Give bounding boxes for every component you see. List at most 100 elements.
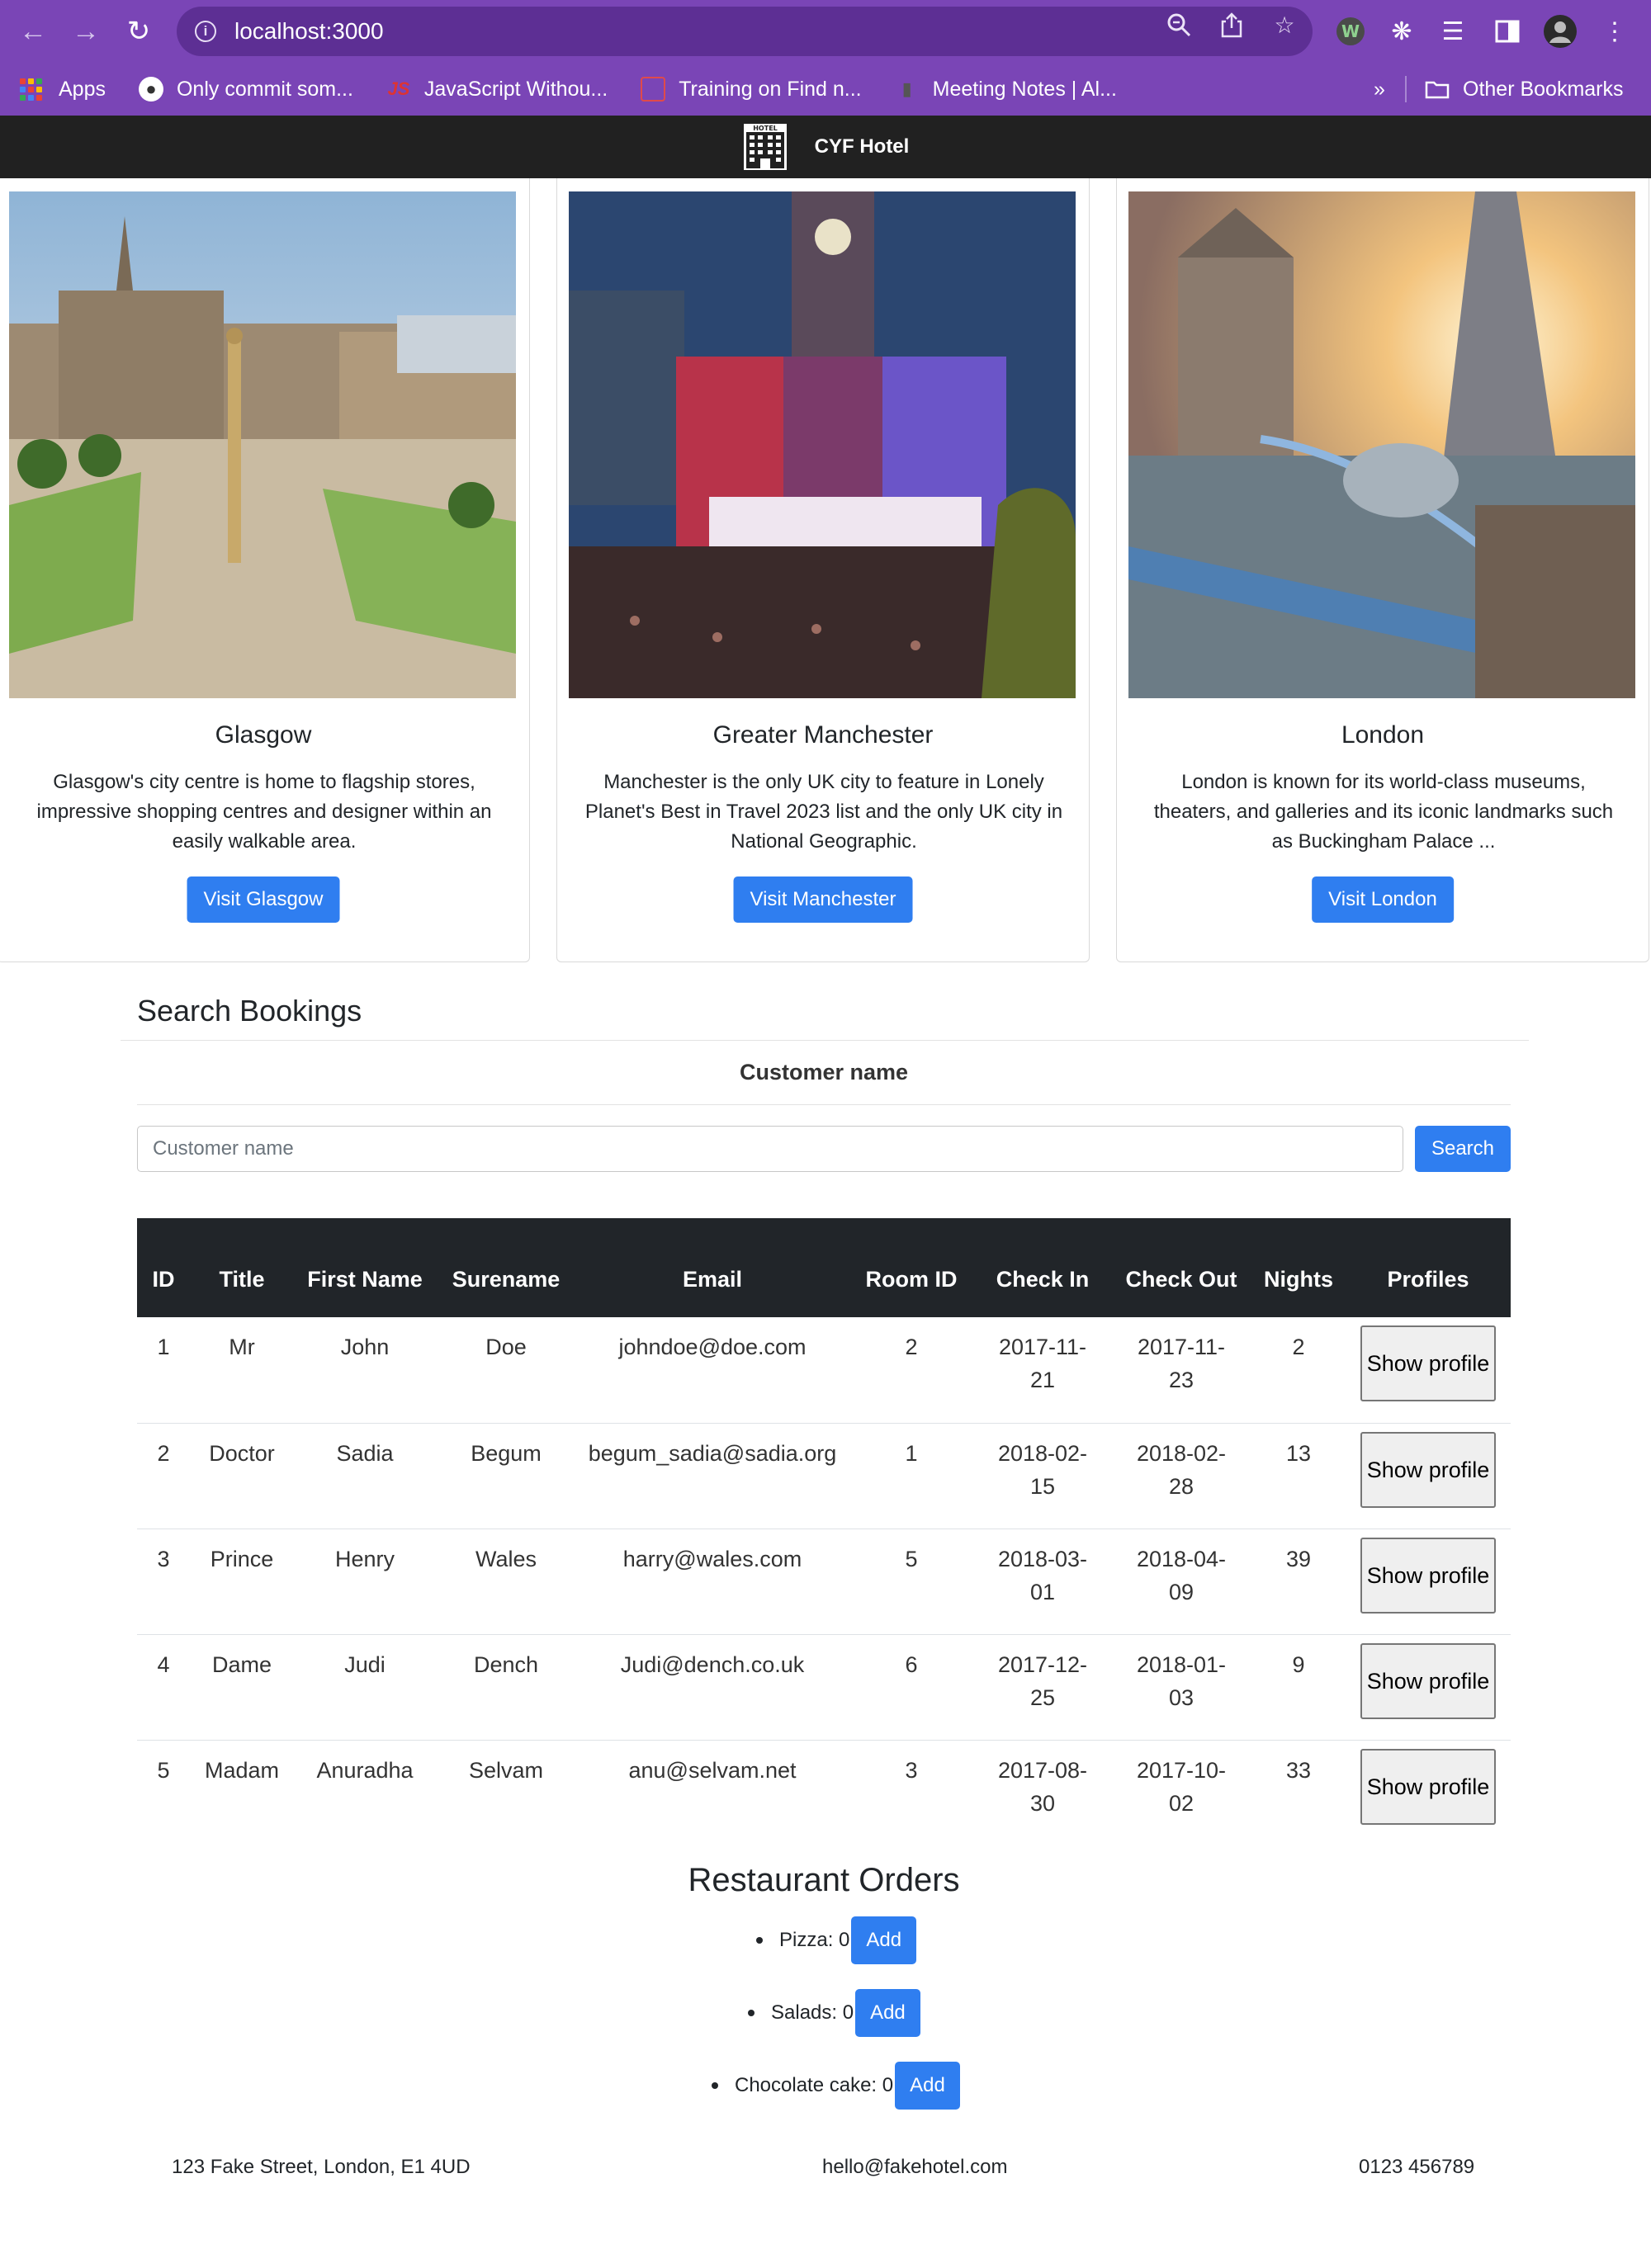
- bookmarks-divider: [1405, 76, 1407, 102]
- show-profile-button[interactable]: Show profile: [1360, 1642, 1496, 1719]
- bookmark-other-folder[interactable]: Other Bookmarks: [1425, 77, 1624, 102]
- column-header: Room ID: [865, 1267, 958, 1292]
- bookmarks-overflow-button[interactable]: »: [1374, 78, 1385, 102]
- extension-w-icon[interactable]: W: [1334, 15, 1367, 48]
- side-panel-icon[interactable]: [1491, 15, 1524, 48]
- cell-profile: Show profile: [1346, 1423, 1511, 1529]
- zoom-icon[interactable]: [1166, 12, 1192, 38]
- column-header: Profiles: [1387, 1267, 1469, 1292]
- address-url[interactable]: localhost:3000: [234, 18, 384, 45]
- cell-check-out: 2017-11-23: [1111, 1317, 1251, 1424]
- cell-id: 1: [137, 1317, 190, 1424]
- card-title: Glasgow: [215, 721, 312, 749]
- show-profile-button[interactable]: Show profile: [1360, 1537, 1496, 1614]
- site-info-icon[interactable]: i: [195, 21, 216, 42]
- bookmark-apps[interactable]: Apps: [20, 78, 106, 102]
- training-icon: [641, 77, 666, 102]
- bookmark-training[interactable]: Training on Find n...: [641, 77, 862, 102]
- bookmark-label: Only commit som...: [176, 77, 353, 101]
- bullet-icon: [756, 1937, 763, 1944]
- table-row: 2 Doctor Sadia Begum begum_sadia@sadia.o…: [137, 1423, 1511, 1529]
- restaurant-orders-title: Restaurant Orders: [688, 1862, 960, 1898]
- cell-profile: Show profile: [1346, 1634, 1511, 1741]
- table-row: 4 Dame Judi Dench Judi@dench.co.uk 6 201…: [137, 1634, 1511, 1741]
- cell-surname: Dench: [436, 1634, 576, 1741]
- reload-icon[interactable]: ↻: [112, 5, 165, 58]
- divider: [121, 1040, 1529, 1041]
- bookmark-javascript[interactable]: JS JavaScript Withou...: [386, 77, 608, 102]
- cell-nights: 9: [1251, 1634, 1346, 1741]
- column-header: Surename: [452, 1267, 561, 1292]
- table-row: 5 Madam Anuradha Selvam anu@selvam.net 3…: [137, 1740, 1511, 1845]
- visit-manchester-button[interactable]: Visit Manchester: [733, 876, 913, 923]
- cell-title: Doctor: [190, 1423, 294, 1529]
- media-queue-icon[interactable]: ☰: [1436, 15, 1469, 48]
- bullet-icon: [748, 2010, 755, 2016]
- card-title: London: [1341, 721, 1425, 749]
- cell-check-in: 2017-11-21: [974, 1317, 1111, 1424]
- forward-arrow-icon[interactable]: →: [59, 5, 112, 58]
- column-header: Check Out: [1125, 1267, 1237, 1292]
- profile-avatar[interactable]: [1544, 15, 1577, 48]
- cell-email: Judi@dench.co.uk: [576, 1634, 849, 1741]
- cell-check-in: 2018-02-15: [974, 1423, 1111, 1529]
- order-item-salads: Salads: 0 Add: [748, 1989, 920, 2037]
- cell-id: 2: [137, 1423, 190, 1529]
- customer-name-input[interactable]: [137, 1126, 1403, 1172]
- divider: [137, 1104, 1511, 1105]
- share-icon[interactable]: [1218, 12, 1245, 38]
- cell-room-id: 3: [905, 1757, 918, 1783]
- bookmark-star-icon[interactable]: ☆: [1271, 12, 1298, 38]
- back-arrow-icon[interactable]: ←: [7, 5, 59, 58]
- city-card-manchester: Greater Manchester Manchester is the onl…: [556, 178, 1090, 962]
- table-row: 3 Prince Henry Wales harry@wales.com 5 2…: [137, 1529, 1511, 1635]
- visit-london-button[interactable]: Visit London: [1312, 876, 1454, 923]
- cell-surname: Begum: [436, 1423, 576, 1529]
- cell-first-name: Anuradha: [316, 1757, 414, 1783]
- cell-nights: 2: [1251, 1317, 1346, 1424]
- show-profile-button[interactable]: Show profile: [1360, 1325, 1496, 1401]
- cell-check-out: 2018-02-28: [1111, 1423, 1251, 1529]
- svg-text:W: W: [1341, 21, 1360, 41]
- order-item-chocolate-cake: Chocolate cake: 0 Add: [712, 2062, 960, 2110]
- menu-kebab-icon[interactable]: ⋮: [1598, 15, 1631, 48]
- table-row: 1 Mr John Doe johndoe@doe.com 2 2017-11-…: [137, 1317, 1511, 1424]
- cell-profile: Show profile: [1346, 1317, 1511, 1424]
- address-bar[interactable]: i localhost:3000: [177, 7, 1313, 56]
- show-profile-button[interactable]: Show profile: [1360, 1748, 1496, 1825]
- visit-glasgow-button[interactable]: Visit Glasgow: [187, 876, 340, 923]
- bookmarks-bar: Apps ● Only commit som... JS JavaScript …: [0, 63, 1651, 116]
- add-salads-button[interactable]: Add: [855, 1989, 920, 2037]
- cell-surname: Selvam: [468, 1757, 544, 1783]
- bookmark-label: Apps: [59, 77, 106, 101]
- order-label: Pizza: 0: [779, 1929, 850, 1951]
- show-profile-button[interactable]: Show profile: [1360, 1431, 1496, 1508]
- cell-title: Mr: [190, 1317, 294, 1424]
- cell-email: anu@selvam.net: [628, 1757, 797, 1783]
- cell-email: johndoe@doe.com: [576, 1317, 849, 1424]
- glasgow-photo: [9, 191, 516, 698]
- extensions-puzzle-icon[interactable]: ❋: [1385, 15, 1418, 48]
- cell-title: Madam: [204, 1757, 280, 1783]
- add-chocolate-cake-button[interactable]: Add: [895, 2062, 960, 2110]
- cell-first-name: Henry: [294, 1529, 436, 1635]
- bookmark-commit[interactable]: ● Only commit som...: [138, 77, 353, 102]
- game-controller-icon: ▮: [901, 78, 912, 99]
- cell-room-id: 2: [849, 1317, 974, 1424]
- cell-nights: 13: [1251, 1423, 1346, 1529]
- brand-name: CYF Hotel: [814, 135, 910, 158]
- search-button[interactable]: Search: [1415, 1126, 1511, 1172]
- column-header: Check In: [996, 1267, 1090, 1292]
- bookings-table: ID Title First Name Surename Email Room …: [137, 1218, 1511, 1845]
- add-pizza-button[interactable]: Add: [851, 1916, 917, 1964]
- cell-surname: Doe: [436, 1317, 576, 1424]
- bookmark-label: Training on Find n...: [679, 77, 862, 101]
- svg-text:HOTEL: HOTEL: [753, 125, 778, 132]
- footer-email: hello@fakehotel.com: [822, 2156, 1008, 2178]
- cell-room-id: 5: [849, 1529, 974, 1635]
- cell-nights: 33: [1285, 1757, 1312, 1783]
- bookmark-meeting-notes[interactable]: ▮ Meeting Notes | Al...: [895, 77, 1117, 102]
- order-item-pizza: Pizza: 0 Add: [756, 1916, 917, 1964]
- cell-profile: Show profile: [1346, 1529, 1511, 1635]
- cell-check-in: 2017-08-30: [997, 1757, 1088, 1816]
